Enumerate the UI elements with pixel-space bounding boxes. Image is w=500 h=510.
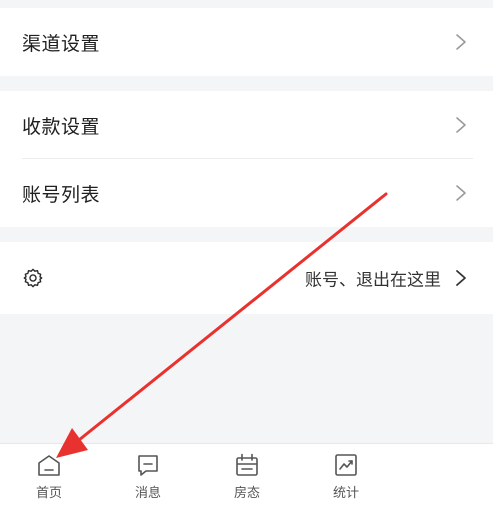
account-group: 收款设置 账号列表 (0, 91, 493, 227)
tab-room-status-label: 房态 (233, 486, 260, 501)
settings-row[interactable]: 账号、退出在这里 (0, 242, 493, 314)
calendar-icon (236, 453, 258, 476)
tab-statistics-label: 统计 (332, 486, 359, 501)
settings-page: 渠道设置 收款设置 账号列表 账号、退出在这里 首页 消息 房态 统计 (0, 0, 500, 510)
chart-icon (335, 454, 357, 476)
account-list-row[interactable]: 账号列表 (0, 159, 493, 227)
settings-group: 账号、退出在这里 (0, 242, 493, 314)
tab-statistics[interactable]: 统计 (321, 452, 371, 501)
settings-hint-text: 账号、退出在这里 (305, 270, 441, 291)
gear-icon[interactable] (22, 267, 44, 289)
tab-messages-label: 消息 (134, 486, 161, 501)
payment-settings-row[interactable]: 收款设置 (0, 91, 493, 159)
chevron-right-icon (456, 270, 466, 286)
chevron-right-icon (456, 117, 466, 133)
channel-settings-row[interactable]: 渠道设置 (0, 8, 493, 76)
account-list-label: 账号列表 (22, 183, 101, 206)
tab-home-label: 首页 (35, 486, 62, 501)
message-icon (138, 455, 158, 476)
chevron-right-icon (456, 185, 466, 201)
channel-settings-label: 渠道设置 (22, 32, 101, 55)
home-icon (38, 455, 60, 476)
right-edge-strip (493, 0, 500, 510)
chevron-right-icon (456, 34, 466, 50)
tab-messages[interactable]: 消息 (123, 452, 173, 501)
tab-room-status[interactable]: 房态 (222, 452, 272, 501)
channel-group: 渠道设置 (0, 8, 493, 76)
payment-settings-label: 收款设置 (22, 115, 101, 138)
bottom-tab-bar: 首页 消息 房态 统计 (0, 443, 493, 510)
tab-home[interactable]: 首页 (24, 452, 74, 501)
